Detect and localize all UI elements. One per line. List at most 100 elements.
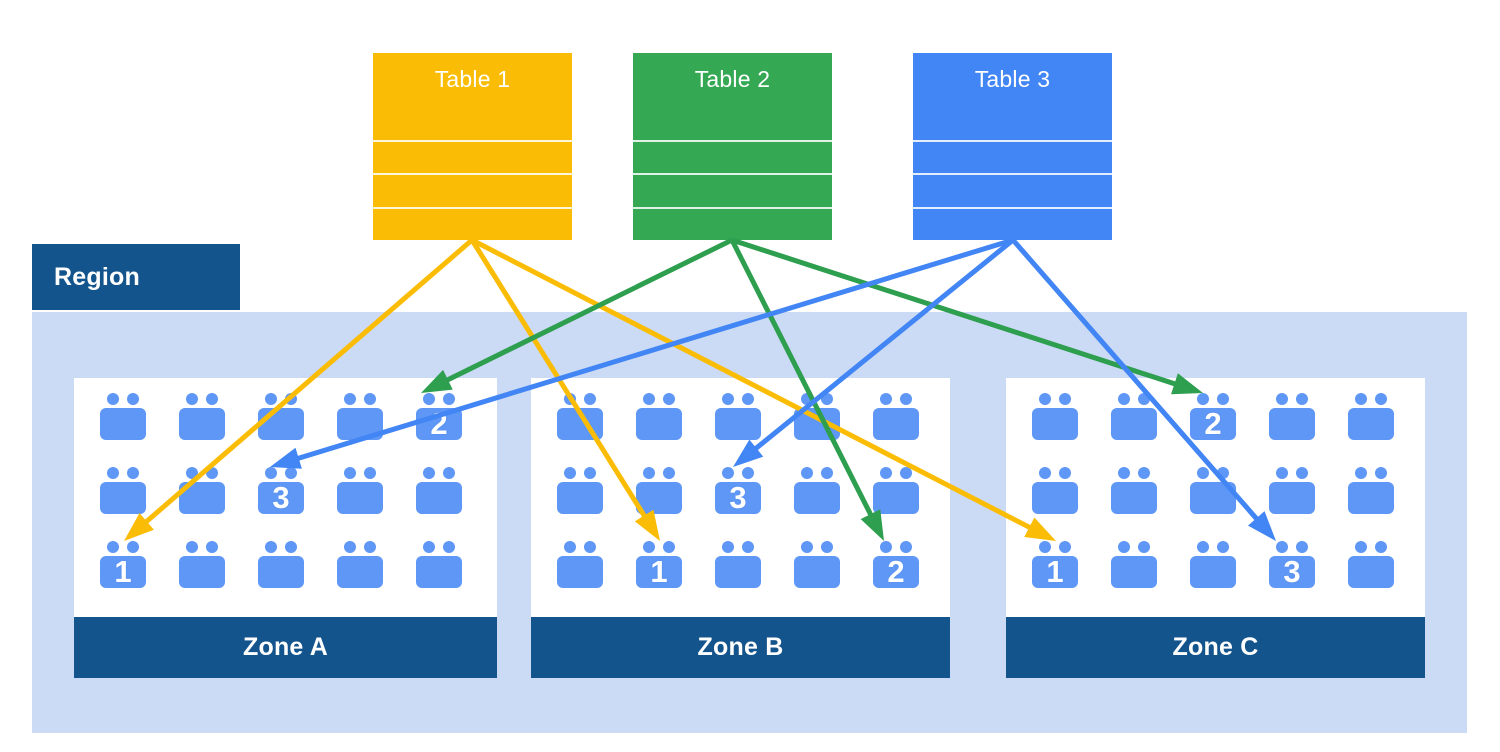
server-dot-icon (584, 393, 596, 405)
zone-b-replica-2: 2 (873, 540, 919, 588)
zone-c-server-icon (1111, 392, 1157, 440)
table-2-row-separator (633, 140, 832, 142)
server-dot-icon (1059, 393, 1071, 405)
zone-c-server-icon (1032, 392, 1078, 440)
server-dot-icon (443, 393, 455, 405)
server-dot-icon (364, 467, 376, 479)
server-body-icon (1032, 482, 1078, 514)
server-dot-icon (1118, 467, 1130, 479)
server-dot-icon (285, 393, 297, 405)
server-body-icon (1111, 556, 1157, 588)
server-dot-icon (364, 541, 376, 553)
zone-b-replica-number: 2 (887, 553, 905, 589)
server-dot-icon (880, 467, 892, 479)
server-dot-icon (127, 467, 139, 479)
server-dot-icon (344, 541, 356, 553)
zone-a-server-icon (179, 466, 225, 514)
server-dot-icon (1138, 541, 1150, 553)
table-2-row-separator (633, 206, 832, 209)
table-1[interactable]: Table 1 (373, 53, 572, 240)
server-dot-icon (1375, 467, 1387, 479)
zone-c-server-icon (1190, 466, 1236, 514)
zone-a-server-icon (416, 540, 462, 588)
server-body-icon (1348, 482, 1394, 514)
server-body-icon (337, 408, 383, 440)
zone-a-replica-number: 3 (272, 479, 290, 515)
server-dot-icon (127, 393, 139, 405)
table-3-title: Table 3 (974, 65, 1051, 92)
server-dot-icon (206, 393, 218, 405)
server-body-icon (1190, 482, 1236, 514)
zone-b-server-icon (715, 540, 761, 588)
server-body-icon (416, 556, 462, 588)
server-dot-icon (186, 393, 198, 405)
server-dot-icon (801, 393, 813, 405)
zone-a-server-icon (337, 540, 383, 588)
server-dot-icon (1138, 393, 1150, 405)
server-body-icon (794, 556, 840, 588)
server-dot-icon (1276, 393, 1288, 405)
server-dot-icon (742, 393, 754, 405)
zone-a-server-icon (179, 540, 225, 588)
zone-b-server-icon (557, 466, 603, 514)
zone-c-replica-number: 3 (1283, 553, 1301, 589)
server-body-icon (636, 482, 682, 514)
server-body-icon (100, 408, 146, 440)
server-dot-icon (423, 541, 435, 553)
zone-b-server-icon (557, 540, 603, 588)
server-dot-icon (265, 541, 277, 553)
zone-a-server-icon (337, 392, 383, 440)
zone-c-server-icon (1348, 540, 1394, 588)
server-dot-icon (1355, 541, 1367, 553)
server-dot-icon (107, 393, 119, 405)
zone-c-server-icon (1269, 466, 1315, 514)
table-3-row-separator (913, 206, 1112, 209)
region-label: Region (32, 244, 240, 310)
zone-c-server-icon (1111, 466, 1157, 514)
server-dot-icon (1296, 541, 1308, 553)
server-dot-icon (643, 393, 655, 405)
table-1-row-separator (373, 140, 572, 142)
zone-b-server-icon (636, 392, 682, 440)
server-body-icon (1269, 482, 1315, 514)
server-dot-icon (107, 467, 119, 479)
zone-c-server-icon (1269, 392, 1315, 440)
server-dot-icon (1059, 541, 1071, 553)
server-body-icon (416, 482, 462, 514)
region-label-text: Region (54, 262, 140, 291)
server-dot-icon (1118, 393, 1130, 405)
server-dot-icon (186, 467, 198, 479)
zone-a-server-icon (258, 540, 304, 588)
server-dot-icon (1276, 541, 1288, 553)
zone-c-server-icon (1348, 392, 1394, 440)
zone-a-replica-2: 2 (416, 392, 462, 440)
zone-c-server-icon (1032, 466, 1078, 514)
server-dot-icon (206, 541, 218, 553)
server-dot-icon (663, 467, 675, 479)
table-3-row-separator (913, 140, 1112, 142)
zone-c-replica-number: 1 (1046, 553, 1064, 589)
server-body-icon (794, 408, 840, 440)
server-dot-icon (1197, 541, 1209, 553)
zone-b-label: Zone B (531, 617, 950, 678)
zone-a-server-icon (416, 466, 462, 514)
server-dot-icon (344, 467, 356, 479)
server-body-icon (794, 482, 840, 514)
table-3[interactable]: Table 3 (913, 53, 1112, 240)
server-dot-icon (722, 393, 734, 405)
zone-c-label: Zone C (1006, 617, 1425, 678)
server-body-icon (179, 408, 225, 440)
server-dot-icon (880, 541, 892, 553)
server-dot-icon (821, 393, 833, 405)
server-body-icon (1348, 408, 1394, 440)
server-dot-icon (722, 541, 734, 553)
server-dot-icon (564, 541, 576, 553)
zone-a-server-icon (179, 392, 225, 440)
server-body-icon (337, 556, 383, 588)
server-dot-icon (1197, 467, 1209, 479)
server-dot-icon (1039, 393, 1051, 405)
table-2[interactable]: Table 2 (633, 53, 832, 240)
server-dot-icon (127, 541, 139, 553)
server-dot-icon (107, 541, 119, 553)
diagram-canvas: Region Zone A 2 3 1 Zone B 3 1 2 Zone C 2 1 3 Table… (0, 0, 1500, 752)
